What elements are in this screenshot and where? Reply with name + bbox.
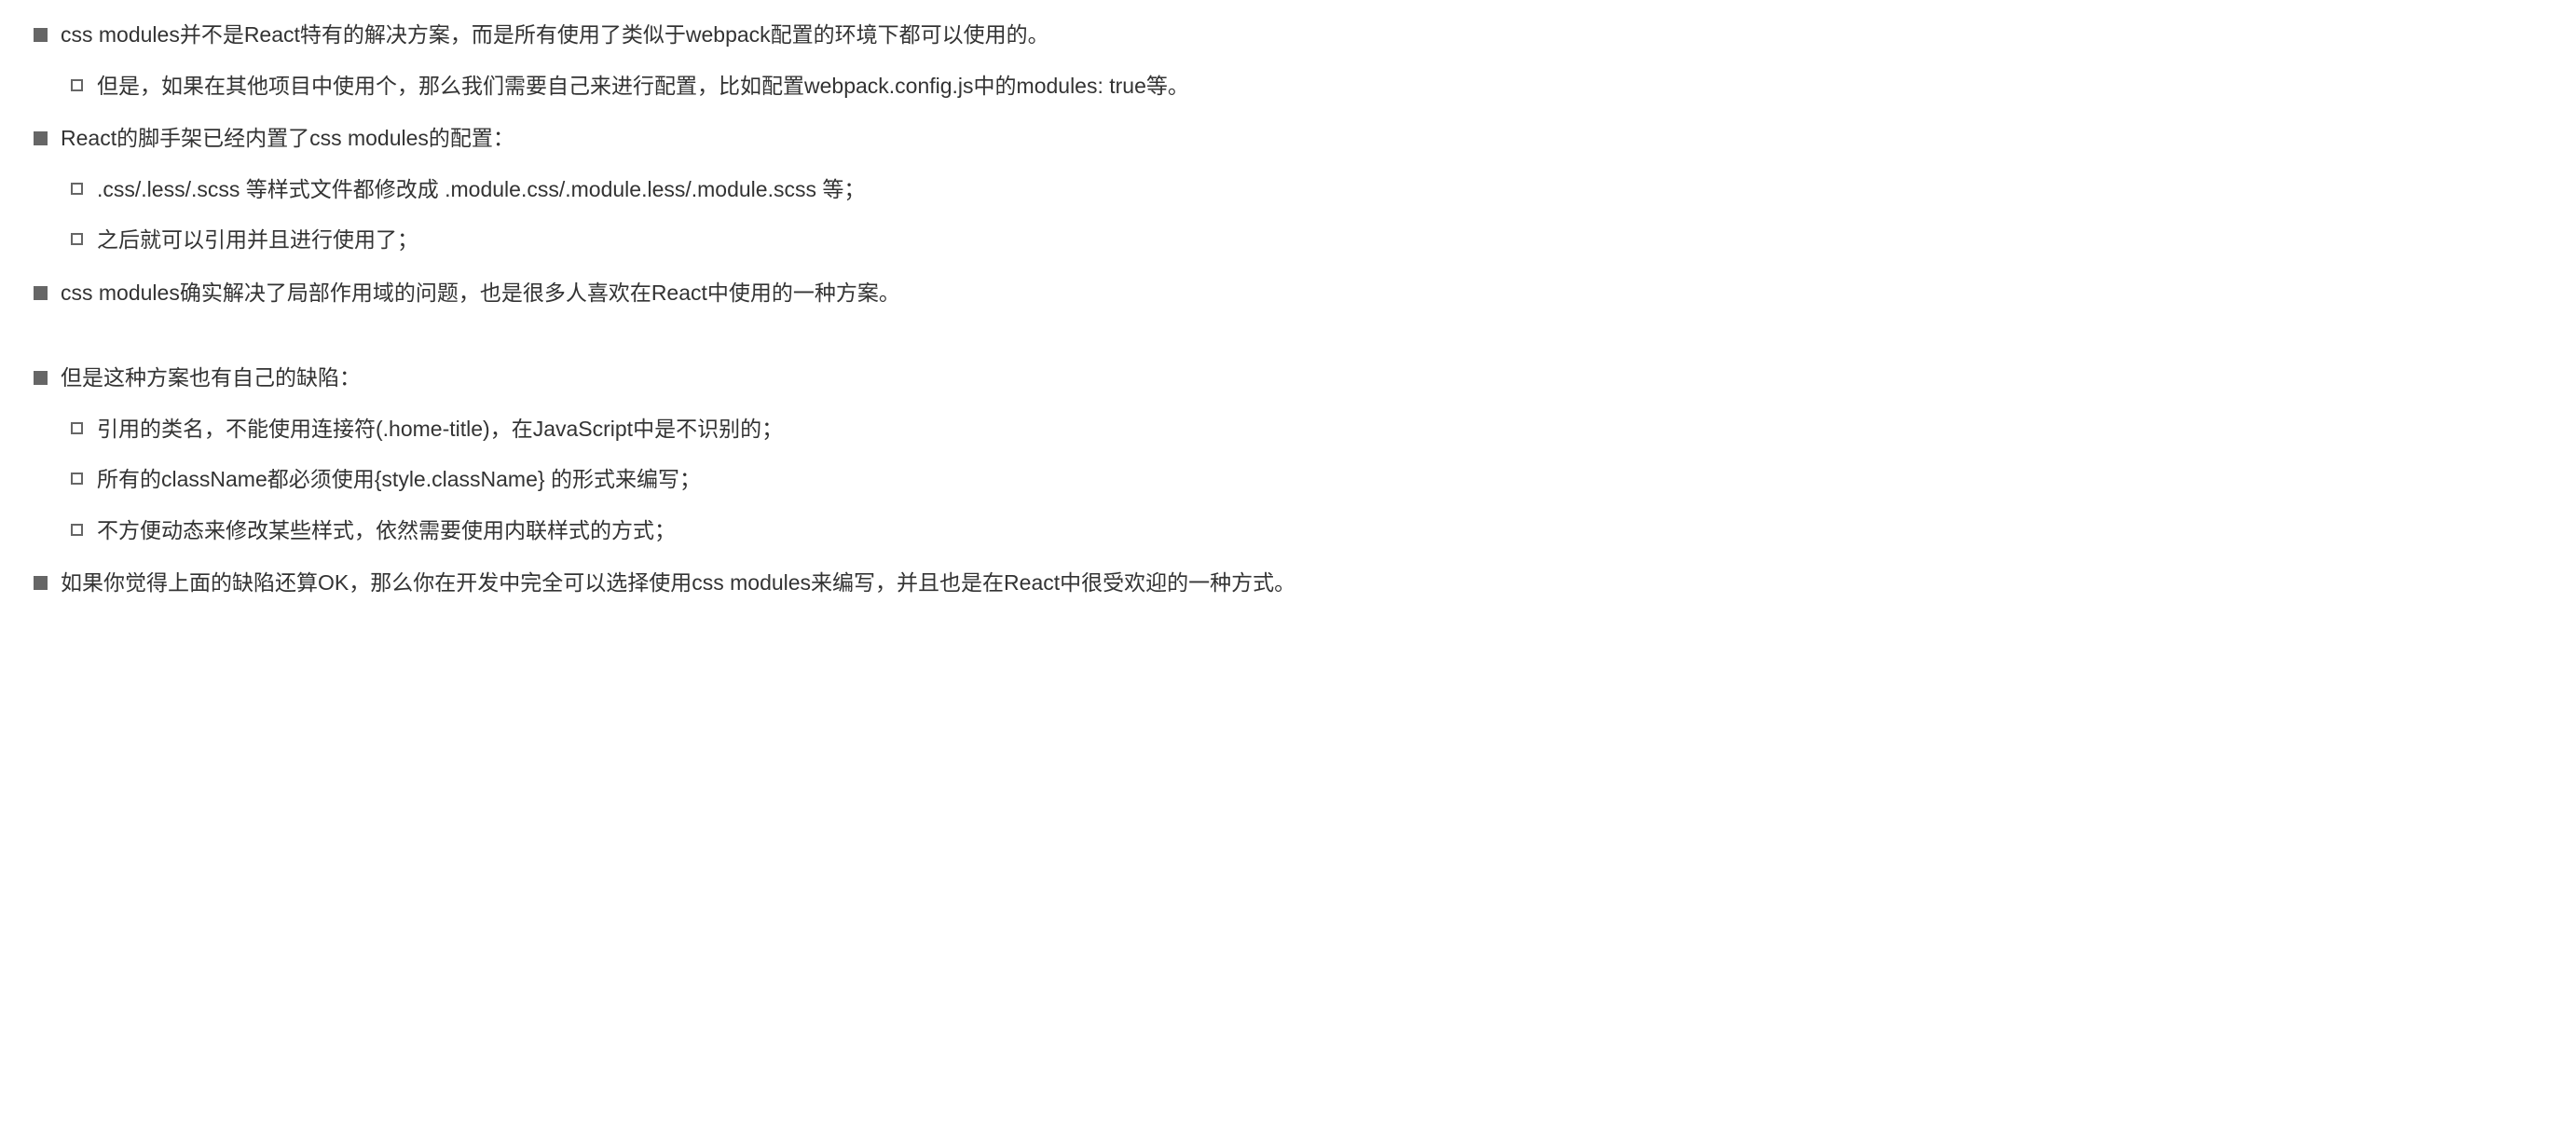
list-item-text: 所有的className都必须使用{style.className} 的形式来编… — [97, 467, 701, 491]
list-item: 如果你觉得上面的缺陷还算OK，那么你在开发中完全可以选择使用css module… — [28, 567, 2548, 599]
list-item: 引用的类名，不能使用连接符(.home-title)，在JavaScript中是… — [65, 413, 2548, 445]
list-item: .css/.less/.scss 等样式文件都修改成 .module.css/.… — [65, 173, 2548, 206]
list-item: React的脚手架已经内置了css modules的配置： .css/.less… — [28, 122, 2548, 256]
nested-list: .css/.less/.scss 等样式文件都修改成 .module.css/.… — [61, 173, 2548, 256]
list-item-text: 之后就可以引用并且进行使用了； — [97, 227, 418, 252]
bullet-list-bottom: 但是这种方案也有自己的缺陷： 引用的类名，不能使用连接符(.home-title… — [28, 362, 2548, 599]
list-item-text: css modules并不是React特有的解决方案，而是所有使用了类似于web… — [61, 22, 1049, 47]
list-item: css modules并不是React特有的解决方案，而是所有使用了类似于web… — [28, 19, 2548, 102]
nested-list: 但是，如果在其他项目中使用个，那么我们需要自己来进行配置，比如配置webpack… — [61, 70, 2548, 103]
list-item: 不方便动态来修改某些样式，依然需要使用内联样式的方式； — [65, 514, 2548, 547]
section-spacer — [28, 329, 2548, 362]
list-item-text: css modules确实解决了局部作用域的问题，也是很多人喜欢在React中使… — [61, 281, 900, 305]
list-item-text: .css/.less/.scss 等样式文件都修改成 .module.css/.… — [97, 177, 865, 201]
bullet-list-top: css modules并不是React特有的解决方案，而是所有使用了类似于web… — [28, 19, 2548, 308]
list-item-text: 引用的类名，不能使用连接符(.home-title)，在JavaScript中是… — [97, 417, 783, 441]
list-item-text: React的脚手架已经内置了css modules的配置： — [61, 126, 514, 150]
list-item: 但是这种方案也有自己的缺陷： 引用的类名，不能使用连接符(.home-title… — [28, 362, 2548, 546]
list-item-text: 不方便动态来修改某些样式，依然需要使用内联样式的方式； — [97, 518, 676, 542]
list-item-text: 如果你觉得上面的缺陷还算OK，那么你在开发中完全可以选择使用css module… — [61, 570, 1295, 595]
list-item-text: 但是，如果在其他项目中使用个，那么我们需要自己来进行配置，比如配置webpack… — [97, 74, 1189, 98]
list-item: 但是，如果在其他项目中使用个，那么我们需要自己来进行配置，比如配置webpack… — [65, 70, 2548, 103]
list-item-text: 但是这种方案也有自己的缺陷： — [61, 365, 361, 390]
list-item: css modules确实解决了局部作用域的问题，也是很多人喜欢在React中使… — [28, 277, 2548, 309]
nested-list: 引用的类名，不能使用连接符(.home-title)，在JavaScript中是… — [61, 413, 2548, 547]
list-item: 之后就可以引用并且进行使用了； — [65, 224, 2548, 256]
list-item: 所有的className都必须使用{style.className} 的形式来编… — [65, 463, 2548, 496]
